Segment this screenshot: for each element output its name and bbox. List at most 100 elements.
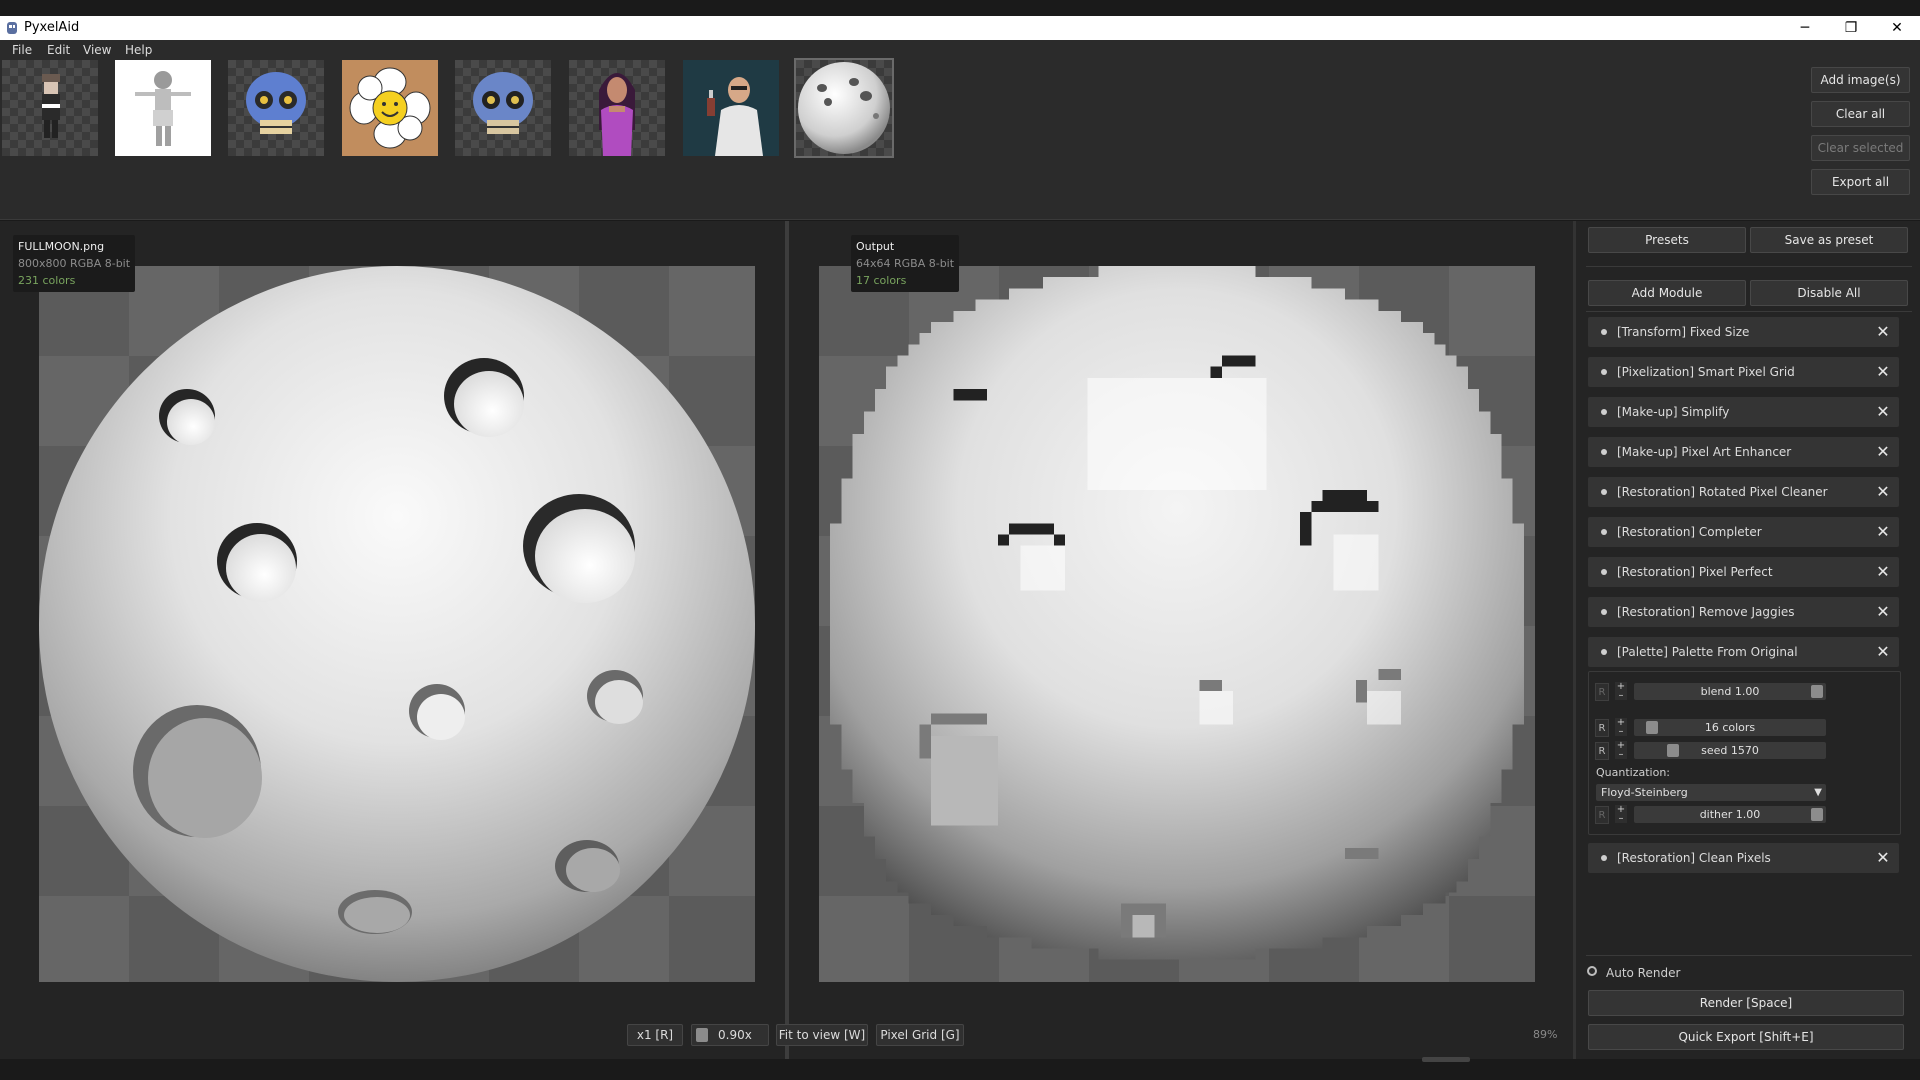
menu-edit[interactable]: Edit xyxy=(47,43,70,57)
remove-module-icon[interactable]: ✕ xyxy=(1873,441,1893,463)
auto-render-label: Auto Render xyxy=(1606,966,1681,980)
remove-module-icon[interactable]: ✕ xyxy=(1873,481,1893,503)
blend-slider[interactable]: blend 1.00 xyxy=(1634,683,1826,700)
module-completer[interactable]: [Restoration] Completer ✕ xyxy=(1588,517,1899,547)
dither-stepper[interactable]: + – xyxy=(1615,805,1627,824)
input-meta: 800x800 RGBA 8-bit xyxy=(18,257,131,270)
remove-module-icon[interactable]: ✕ xyxy=(1873,361,1893,383)
moon-input-image xyxy=(39,266,755,982)
export-all-button[interactable]: Export all xyxy=(1811,169,1910,195)
module-label: [Make-up] Simplify xyxy=(1617,405,1730,419)
module-clean-pixels[interactable]: [Restoration] Clean Pixels ✕ xyxy=(1588,843,1899,873)
input-info-box: FULLMOON.png 800x800 RGBA 8-bit 231 colo… xyxy=(13,235,136,292)
remove-module-icon[interactable]: ✕ xyxy=(1873,561,1893,583)
chevron-down-icon: ▼ xyxy=(1814,787,1822,798)
input-canvas[interactable] xyxy=(39,266,755,982)
clear-all-button[interactable]: Clear all xyxy=(1811,101,1910,127)
remove-module-icon[interactable]: ✕ xyxy=(1873,321,1893,343)
save-preset-button[interactable]: Save as preset xyxy=(1750,227,1908,253)
colors-slider[interactable]: 16 colors xyxy=(1634,719,1826,736)
module-enabled-indicator[interactable] xyxy=(1601,409,1607,415)
remove-module-icon[interactable]: ✕ xyxy=(1873,641,1893,663)
dither-slider-knob[interactable] xyxy=(1811,808,1823,821)
close-window-button[interactable]: ✕ xyxy=(1874,16,1920,40)
output-canvas[interactable] xyxy=(819,266,1535,982)
module-enabled-indicator[interactable] xyxy=(1601,489,1607,495)
blend-slider-knob[interactable] xyxy=(1811,685,1823,698)
auto-render-radio[interactable] xyxy=(1587,966,1597,976)
seed-slider[interactable]: seed 1570 xyxy=(1634,742,1826,759)
module-label: [Transform] Fixed Size xyxy=(1617,325,1750,339)
presets-button[interactable]: Presets xyxy=(1588,227,1746,253)
render-button[interactable]: Render [Space] xyxy=(1588,990,1904,1016)
status-bar xyxy=(0,1059,1920,1080)
module-enabled-indicator[interactable] xyxy=(1601,609,1607,615)
reset-dither-button[interactable]: R xyxy=(1595,806,1609,824)
remove-module-icon[interactable]: ✕ xyxy=(1873,847,1893,869)
app-logo-icon xyxy=(7,22,17,34)
minimize-button[interactable]: ─ xyxy=(1782,16,1828,40)
remove-module-icon[interactable]: ✕ xyxy=(1873,521,1893,543)
module-remove-jaggies[interactable]: [Restoration] Remove Jaggies ✕ xyxy=(1588,597,1899,627)
menu-view[interactable]: View xyxy=(83,43,111,57)
module-label: [Restoration] Remove Jaggies xyxy=(1617,605,1795,619)
clear-selected-button[interactable]: Clear selected xyxy=(1811,135,1910,161)
module-pixel-art-enhancer[interactable]: [Make-up] Pixel Art Enhancer ✕ xyxy=(1588,437,1899,467)
module-label: [Restoration] Pixel Perfect xyxy=(1617,565,1773,579)
quantization-label: Quantization: xyxy=(1596,766,1671,779)
quantization-dropdown[interactable]: Floyd-Steinberg ▼ xyxy=(1596,784,1826,801)
gallery-thumb-moon[interactable] xyxy=(794,58,894,158)
module-label: [Make-up] Pixel Art Enhancer xyxy=(1617,445,1792,459)
input-image-viewer[interactable]: FULLMOON.png 800x800 RGBA 8-bit 231 colo… xyxy=(0,221,785,1059)
restore-button[interactable]: ❐ xyxy=(1828,16,1874,40)
module-smart-pixel-grid[interactable]: [Pixelization] Smart Pixel Grid ✕ xyxy=(1588,357,1899,387)
pixel-grid-button[interactable]: Pixel Grid [G] xyxy=(876,1024,964,1046)
fit-to-view-button[interactable]: Fit to view [W] xyxy=(776,1024,868,1046)
reset-seed-button[interactable]: R xyxy=(1595,742,1609,760)
gallery-thumb-scientist[interactable] xyxy=(683,60,779,156)
blend-stepper[interactable]: + – xyxy=(1615,682,1627,701)
seed-slider-knob[interactable] xyxy=(1667,744,1679,757)
quick-export-button[interactable]: Quick Export [Shift+E] xyxy=(1588,1024,1904,1050)
zoom-percentage: 89% xyxy=(1533,1028,1558,1041)
zoom-spinbox[interactable]: 0.90x xyxy=(691,1024,769,1046)
seed-stepper[interactable]: + – xyxy=(1615,741,1627,760)
reset-colors-button[interactable]: R xyxy=(1595,719,1609,737)
gallery-thumb-flower[interactable] xyxy=(342,60,438,156)
module-enabled-indicator[interactable] xyxy=(1601,329,1607,335)
gallery-thumb-doll[interactable] xyxy=(115,60,211,156)
colors-stepper[interactable]: + – xyxy=(1615,718,1627,737)
module-pixel-perfect[interactable]: [Restoration] Pixel Perfect ✕ xyxy=(1588,557,1899,587)
module-enabled-indicator[interactable] xyxy=(1601,855,1607,861)
module-palette-from-original[interactable]: [Palette] Palette From Original ✕ xyxy=(1588,637,1899,667)
gallery-thumb-woman[interactable] xyxy=(569,60,665,156)
module-enabled-indicator[interactable] xyxy=(1601,449,1607,455)
output-meta: 64x64 RGBA 8-bit xyxy=(856,257,955,270)
disable-all-button[interactable]: Disable All xyxy=(1750,280,1908,306)
remove-module-icon[interactable]: ✕ xyxy=(1873,601,1893,623)
scale-button[interactable]: x1 [R] xyxy=(627,1024,683,1046)
reset-blend-button[interactable]: R xyxy=(1595,683,1609,701)
skull-image xyxy=(246,72,306,134)
module-simplify[interactable]: [Make-up] Simplify ✕ xyxy=(1588,397,1899,427)
output-image-viewer[interactable]: Output 64x64 RGBA 8-bit 17 colors xyxy=(789,221,1573,1059)
gallery-thumb-skull[interactable] xyxy=(228,60,324,156)
horizontal-scrollbar-thumb[interactable] xyxy=(1422,1057,1470,1062)
add-images-button[interactable]: Add image(s) xyxy=(1811,67,1910,93)
menu-file[interactable]: File xyxy=(12,43,32,57)
module-fixed-size[interactable]: [Transform] Fixed Size ✕ xyxy=(1588,317,1899,347)
gallery-thumb-skull-2[interactable] xyxy=(455,60,551,156)
image-gallery: Add image(s) Clear all Clear selected Ex… xyxy=(0,58,1920,220)
module-enabled-indicator[interactable] xyxy=(1601,529,1607,535)
add-module-button[interactable]: Add Module xyxy=(1588,280,1746,306)
colors-slider-knob[interactable] xyxy=(1646,721,1658,734)
module-enabled-indicator[interactable] xyxy=(1601,569,1607,575)
menu-help[interactable]: Help xyxy=(125,43,152,57)
module-rotated-pixel-cleaner[interactable]: [Restoration] Rotated Pixel Cleaner ✕ xyxy=(1588,477,1899,507)
module-enabled-indicator[interactable] xyxy=(1601,649,1607,655)
zoom-slider-knob[interactable] xyxy=(696,1028,708,1042)
dither-slider[interactable]: dither 1.00 xyxy=(1634,806,1826,823)
module-enabled-indicator[interactable] xyxy=(1601,369,1607,375)
remove-module-icon[interactable]: ✕ xyxy=(1873,401,1893,423)
gallery-thumb-character[interactable] xyxy=(2,60,98,156)
